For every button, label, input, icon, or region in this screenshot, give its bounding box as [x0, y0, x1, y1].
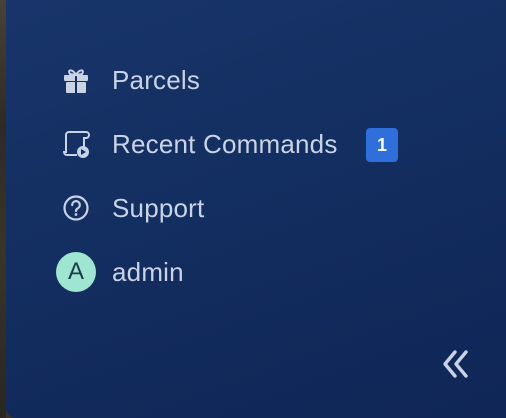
double-chevron-left-icon	[440, 348, 472, 385]
notification-badge: 1	[366, 128, 398, 162]
sidebar-item-user[interactable]: A admin	[6, 240, 506, 304]
collapse-sidebar-button[interactable]	[436, 344, 476, 388]
sidebar-item-label: Support	[112, 192, 205, 223]
sidebar-nav: Parcels Recent Commands 1 Support A admi…	[6, 48, 506, 304]
gift-icon	[58, 62, 94, 98]
avatar: A	[56, 252, 96, 292]
sidebar-item-label: Recent Commands	[112, 128, 338, 159]
sidebar-item-parcels[interactable]: Parcels	[6, 48, 506, 112]
user-name: admin	[112, 256, 184, 287]
sidebar-item-support[interactable]: Support	[6, 176, 506, 240]
sidebar-item-label: Parcels	[112, 64, 201, 95]
sidebar-item-recent-commands[interactable]: Recent Commands 1	[6, 112, 506, 176]
scroll-play-icon	[58, 126, 94, 162]
help-circle-icon	[58, 190, 94, 226]
sidebar-menu: Parcels Recent Commands 1 Support A admi…	[6, 0, 506, 418]
